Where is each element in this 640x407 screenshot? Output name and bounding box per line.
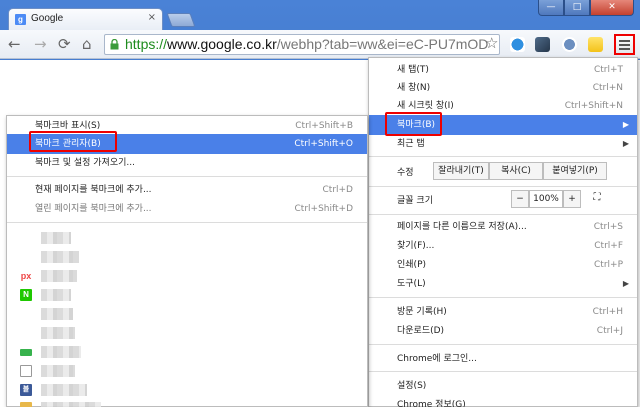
url-host: www.google.co.kr — [167, 36, 277, 52]
maximize-button[interactable]: □ — [564, 0, 590, 16]
zoom-level: 100% — [529, 190, 563, 208]
browser-window: g Google × — □ ✕ ← → ⟳ ⌂ https://www.goo… — [0, 0, 640, 407]
google-icon: g — [23, 252, 29, 261]
cut-button[interactable]: 잘라내기(T) — [433, 162, 489, 180]
url-text: https://www.google.co.kr/webhp?tab=ww&ei… — [125, 36, 488, 52]
naver-icon: N — [20, 289, 32, 301]
bookmark-item[interactable] — [41, 232, 71, 244]
submenu-bookmark-this-page[interactable]: 현재 페이지를 북마크에 추가... Ctrl+D — [7, 180, 367, 200]
url-path: /webhp?tab=ww&ei=eC-PU7mOD — [276, 36, 489, 52]
green-bar-icon — [20, 349, 32, 356]
bookmark-item[interactable] — [41, 270, 77, 282]
yellow-extension-icon[interactable] — [588, 37, 603, 52]
menu-settings[interactable]: 설정(S) — [369, 376, 637, 396]
menu-new-tab[interactable]: 새 탭(T) Ctrl+T — [369, 60, 637, 80]
edit-label: 수정 — [397, 168, 414, 178]
back-arrow-icon[interactable]: ← — [8, 36, 21, 52]
annotation-bookmark-manager-highlight — [29, 131, 117, 152]
tab-google[interactable]: g Google × — [8, 8, 163, 30]
blog-icon: 블 — [20, 384, 32, 396]
bookmark-item[interactable] — [41, 289, 71, 301]
tab-title: Google — [31, 13, 64, 24]
paste-button[interactable]: 붙여넣기(P) — [543, 162, 607, 180]
bookmark-item[interactable] — [41, 365, 75, 377]
globe-extension-icon[interactable] — [562, 37, 577, 52]
menu-find[interactable]: 찾기(F)... Ctrl+F — [369, 236, 637, 256]
menu-sign-in[interactable]: Chrome에 로그인... — [369, 349, 637, 369]
folder-icon — [20, 402, 32, 407]
address-bar[interactable]: https://www.google.co.kr/webhp?tab=ww&ei… — [104, 34, 500, 55]
google-favicon-icon: g — [15, 14, 26, 25]
bookmark-item[interactable] — [41, 346, 81, 358]
zoom-in-button[interactable]: + — [563, 190, 581, 208]
copy-button[interactable]: 복사(C) — [489, 162, 543, 180]
tab-strip: g Google × — □ ✕ — [0, 0, 640, 30]
edit-row: 수정 잘라내기(T) 복사(C) 붙여넣기(P) — [369, 160, 637, 182]
lock-icon — [110, 39, 119, 50]
chrome-main-menu: 새 탭(T) Ctrl+T 새 창(N) Ctrl+N 새 시크릿 창(I) Ctrl… — [368, 57, 638, 407]
bookmark-star-icon[interactable]: ☆ — [485, 35, 498, 51]
home-icon[interactable]: ⌂ — [82, 36, 92, 52]
submenu-bookmark-open-pages[interactable]: 열린 페이지를 북마크에 추가... Ctrl+Shift+D — [7, 199, 367, 219]
font-size-label: 글꼴 크기 — [397, 196, 433, 206]
px-icon: px — [20, 270, 32, 282]
window-controls: — □ ✕ — [538, 0, 634, 16]
menu-tools[interactable]: 도구(L) ▶ — [369, 274, 637, 294]
google-icon: g — [23, 233, 29, 242]
bookmark-item[interactable] — [41, 308, 73, 320]
download-extension-icon[interactable] — [510, 37, 525, 52]
tab-close-icon[interactable]: × — [148, 12, 156, 23]
google-icon: g — [23, 328, 29, 337]
reload-icon[interactable]: ⟳ — [58, 36, 71, 52]
toolbar: ← → ⟳ ⌂ https://www.google.co.kr/webhp?t… — [0, 30, 640, 59]
menu-history[interactable]: 방문 기록(H) Ctrl+H — [369, 302, 637, 322]
chart-extension-icon[interactable] — [535, 37, 550, 52]
new-tab-button[interactable] — [166, 13, 196, 27]
zoom-row: 글꼴 크기 − 100% + ⛶ — [369, 188, 637, 210]
url-scheme: https:// — [125, 36, 168, 52]
bookmarks-submenu: 북마크바 표시(S) Ctrl+Shift+B 북마크 관리자(B) Ctrl+Sh… — [6, 115, 368, 407]
zoom-out-button[interactable]: − — [511, 190, 529, 208]
annotation-bookmarks-highlight — [385, 112, 442, 136]
bookmark-item[interactable] — [41, 327, 75, 339]
google-icon: g — [23, 309, 29, 318]
menu-new-window[interactable]: 새 창(N) Ctrl+N — [369, 78, 637, 98]
menu-recent-tabs[interactable]: 최근 탭 ▶ — [369, 134, 637, 154]
page-icon — [20, 365, 32, 377]
chrome-menu-button[interactable] — [614, 34, 635, 55]
menu-about-chrome[interactable]: Chrome 정보(G) — [369, 395, 637, 407]
menu-print[interactable]: 인쇄(P) Ctrl+P — [369, 255, 637, 275]
menu-downloads[interactable]: 다운로드(D) Ctrl+J — [369, 321, 637, 341]
menu-save-as[interactable]: 페이지를 다른 이름으로 저장(A)... Ctrl+S — [369, 217, 637, 237]
minimize-button[interactable]: — — [538, 0, 564, 16]
fullscreen-icon[interactable]: ⛶ — [585, 190, 609, 208]
forward-arrow-icon[interactable]: → — [34, 36, 47, 52]
bookmark-item[interactable] — [41, 251, 79, 263]
submenu-import-bookmarks[interactable]: 북마크 및 설정 가져오기... — [7, 153, 367, 173]
bookmark-item[interactable] — [41, 402, 101, 407]
close-window-button[interactable]: ✕ — [590, 0, 634, 16]
bookmark-item[interactable] — [41, 384, 87, 396]
